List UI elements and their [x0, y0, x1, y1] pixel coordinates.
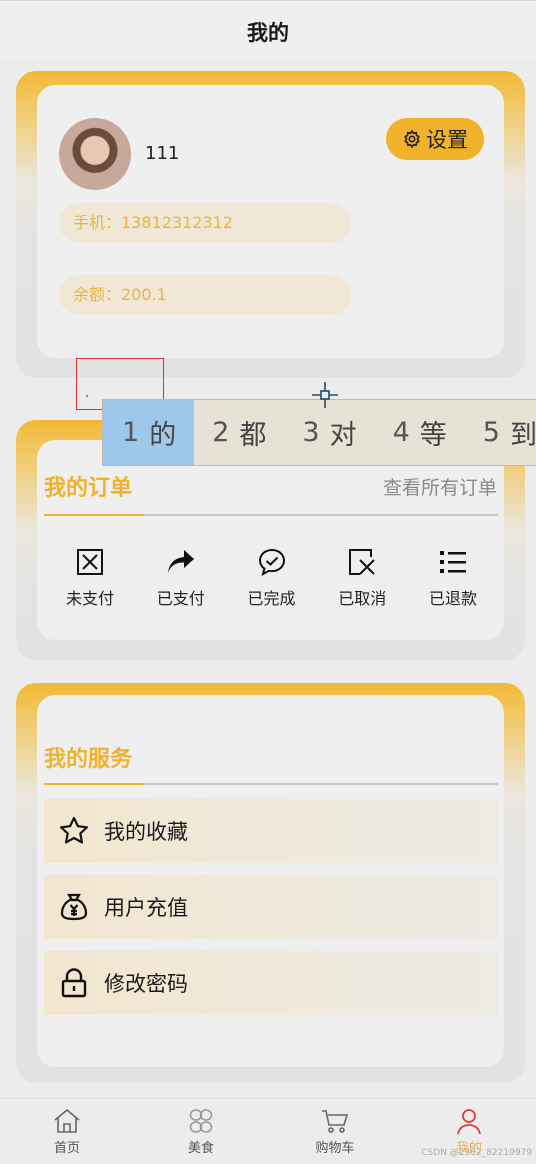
- cart-icon: [322, 1110, 349, 1133]
- order-completed[interactable]: 已完成: [227, 547, 317, 609]
- orders-divider: [44, 514, 498, 516]
- profile-card: 111 设置 手机：13812312312 余额：200.1: [37, 85, 504, 358]
- share-arrow-icon: [167, 550, 194, 573]
- service-favorites[interactable]: 我的收藏: [44, 799, 498, 863]
- tab-label: 首页: [53, 1141, 80, 1156]
- candidate-number: 1: [122, 417, 140, 448]
- candidate-text: 的: [149, 420, 177, 451]
- tab-food[interactable]: 美食: [134, 1099, 268, 1164]
- order-cancelled[interactable]: 已取消: [317, 547, 407, 609]
- settings-label: 设置: [426, 128, 468, 152]
- unpaid-box-icon: [77, 549, 103, 575]
- order-status-row: 未支付 已支付 已完成 已取消 已退款: [45, 547, 498, 609]
- gear-icon: [404, 129, 420, 149]
- order-paid[interactable]: 已支付: [136, 547, 226, 609]
- service-label: 我的收藏: [104, 820, 188, 844]
- candidate-number: 2: [212, 417, 230, 448]
- tab-home[interactable]: 首页: [0, 1099, 134, 1164]
- food-grid-icon: [189, 1109, 213, 1133]
- tab-cart[interactable]: 购物车: [268, 1099, 402, 1164]
- orders-title: 我的订单: [44, 476, 133, 501]
- tab-label: 购物车: [315, 1141, 355, 1156]
- settings-button[interactable]: 设置: [386, 118, 484, 160]
- candidate-number: 5: [482, 417, 500, 448]
- candidate-text: 等: [419, 420, 447, 451]
- order-label: 已退款: [428, 589, 477, 608]
- candidate-number: 4: [392, 417, 410, 448]
- ime-candidate-bar: 1 的 2 都 3 对 4 等 5 到: [102, 399, 536, 466]
- services-title: 我的服务: [44, 747, 133, 772]
- services-divider: [44, 783, 498, 785]
- username: 111: [145, 143, 180, 164]
- profile-card-frame: 111 设置 手机：13812312312 余额：200.1: [16, 71, 525, 378]
- services-card-frame: 我的服务 我的收藏 用户充值 修改密码: [16, 683, 525, 1083]
- home-icon: [54, 1108, 80, 1133]
- order-refunded[interactable]: 已退款: [408, 547, 498, 609]
- balance-pill: 余额：200.1: [59, 275, 351, 315]
- watermark: CSDN @2302_82219979: [421, 1148, 532, 1158]
- orders-card: 我的订单 查看所有订单 未支付 已支付 已完成 已取消 已退款: [37, 440, 504, 640]
- ime-candidate[interactable]: 2 都: [194, 400, 284, 465]
- ime-candidate[interactable]: 1 的: [103, 400, 195, 465]
- candidate-number: 3: [302, 417, 320, 448]
- phone-pill: 手机：13812312312: [59, 203, 351, 243]
- chat-check-icon: [258, 548, 285, 576]
- order-label: 已完成: [247, 589, 296, 608]
- order-label: 已支付: [156, 589, 205, 608]
- candidate-text: 对: [329, 420, 357, 451]
- order-label: 未支付: [65, 589, 114, 608]
- list-icon: [440, 551, 466, 573]
- cancel-doc-icon: [349, 549, 375, 575]
- ime-candidate[interactable]: 5 到: [465, 400, 536, 465]
- service-label: 用户充值: [104, 896, 188, 920]
- ime-candidate[interactable]: 4 等: [375, 400, 465, 465]
- service-recharge[interactable]: 用户充值: [44, 875, 498, 939]
- services-card: 我的服务 我的收藏 用户充值 修改密码: [37, 695, 504, 1067]
- money-bag-icon: [60, 893, 88, 921]
- candidate-text: 到: [509, 420, 536, 451]
- user-icon: [457, 1109, 481, 1135]
- service-label: 修改密码: [104, 972, 188, 996]
- order-label: 已取消: [338, 589, 387, 608]
- ime-candidate[interactable]: 3 对: [284, 400, 374, 465]
- order-unpaid[interactable]: 未支付: [45, 547, 135, 609]
- lock-icon: [61, 968, 87, 998]
- view-all-orders-link[interactable]: 查看所有订单: [383, 473, 497, 500]
- tab-label: 美食: [187, 1141, 214, 1156]
- service-change-password[interactable]: 修改密码: [44, 951, 498, 1015]
- avatar[interactable]: [59, 118, 131, 190]
- candidate-text: 都: [239, 420, 267, 451]
- crosshair-cursor-icon: [312, 382, 338, 408]
- page-title: 我的: [0, 0, 536, 62]
- star-icon: [60, 816, 88, 844]
